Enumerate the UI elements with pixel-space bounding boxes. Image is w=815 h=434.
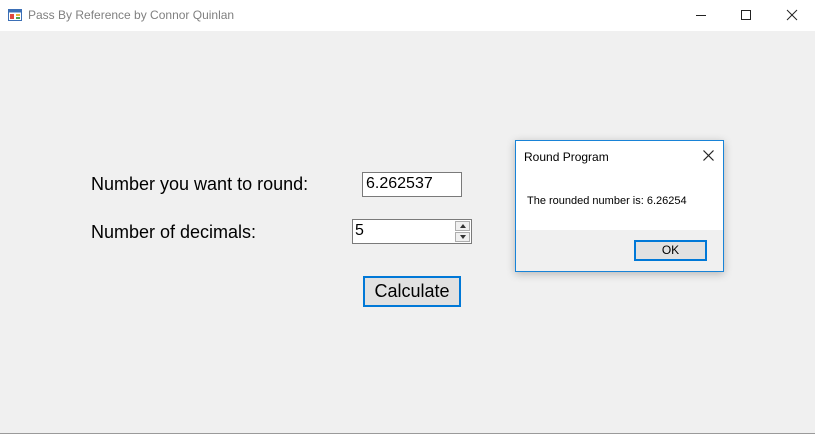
- number-input[interactable]: 6.262537: [362, 172, 462, 197]
- number-label: Number you want to round:: [91, 174, 309, 194]
- ok-button[interactable]: OK: [634, 240, 707, 261]
- minimize-icon: [696, 15, 706, 16]
- calculate-button[interactable]: Calculate: [363, 276, 461, 307]
- close-button[interactable]: [769, 0, 815, 31]
- title-bar[interactable]: Pass By Reference by Connor Quinlan: [0, 0, 815, 31]
- dialog-message: The rounded number is: 6.26254: [527, 195, 687, 207]
- message-dialog: Round Program The rounded number is: 6.2…: [515, 140, 724, 272]
- maximize-button[interactable]: [723, 0, 769, 31]
- window-title: Pass By Reference by Connor Quinlan: [28, 8, 235, 22]
- stepper-down-button[interactable]: [455, 232, 470, 242]
- stepper-up-button[interactable]: [455, 221, 470, 231]
- dialog-title: Round Program: [524, 150, 609, 164]
- dialog-footer: OK: [516, 230, 723, 271]
- chevron-down-icon: [460, 235, 466, 239]
- stepper-buttons: [455, 221, 470, 242]
- dialog-close-button[interactable]: [698, 147, 718, 165]
- close-icon: [786, 9, 798, 21]
- maximize-icon: [741, 10, 751, 20]
- chevron-up-icon: [460, 224, 466, 228]
- app-window-icon: [8, 8, 22, 22]
- decimals-label: Number of decimals:: [91, 222, 257, 242]
- main-window: Pass By Reference by Connor Quinlan Numb…: [0, 0, 815, 434]
- minimize-button[interactable]: [678, 0, 724, 31]
- decimals-stepper[interactable]: 5: [352, 219, 472, 244]
- close-icon: [703, 150, 714, 161]
- decimals-value[interactable]: 5: [355, 222, 364, 240]
